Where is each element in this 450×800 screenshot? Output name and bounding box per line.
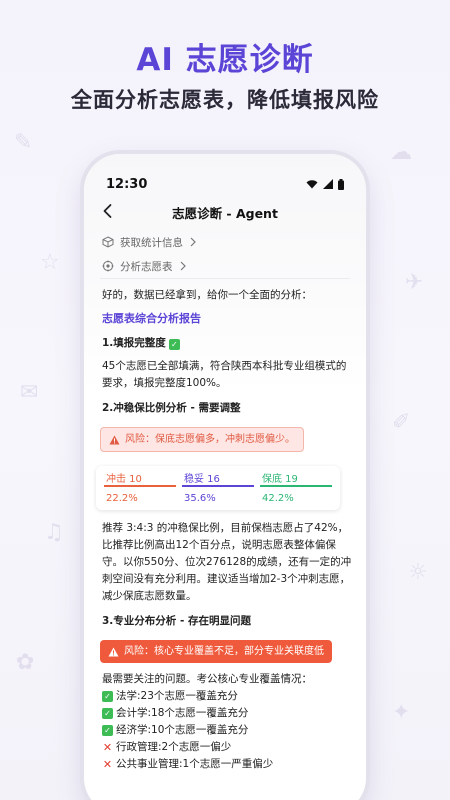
hero-subtitle: 全面分析志愿表，降低填报风险 — [71, 88, 379, 112]
risk-badge: 风险：保底志愿偏多，冲刺志愿偏少。 — [100, 427, 304, 452]
doodle-icon: ✈ — [405, 270, 424, 295]
step-label: 分析志愿表 — [120, 260, 173, 273]
check-icon: ✓ — [168, 339, 180, 350]
section-title-text: 1.填报完整度 — [102, 337, 166, 349]
section-title: 2.冲稳保比例分析 - 需要调整 — [102, 402, 241, 414]
section-title: 1.填报完整度 ✓ — [102, 335, 352, 352]
phone-frame: 12:30 志愿诊断 - Agent 获取统计信息 分析志愿表 好的，数据已经拿… — [84, 154, 366, 800]
back-button[interactable] — [98, 201, 118, 221]
warning-icon — [108, 647, 119, 656]
chevron-right-icon — [190, 237, 196, 247]
divider — [100, 278, 350, 279]
report-title: 志愿表综合分析报告 — [102, 312, 201, 325]
analysis-content: 好的，数据已经拿到，给你一个全面的分析： 志愿表综合分析报告 1.填报完整度 ✓ … — [96, 287, 352, 773]
doodle-icon: ☼ — [408, 560, 428, 585]
risk-text: 风险：核心专业覆盖不足，部分专业关联度低 — [124, 646, 324, 657]
check-icon: ✓ — [102, 708, 113, 719]
section-title: 3.专业分布分析 - 存在明显问题 — [102, 615, 251, 627]
ratio-percent: 22.2% — [106, 493, 138, 504]
status-time: 12:30 — [106, 176, 148, 192]
doodle-icon: ☁ — [390, 140, 412, 165]
intro-text: 好的，数据已经拿到，给你一个全面的分析： — [102, 289, 312, 301]
doodle-icon: ✉ — [20, 380, 39, 405]
ratio-percent: 42.2% — [262, 493, 294, 504]
doodle-icon: ♫ — [44, 520, 64, 545]
ratio-match: 稳妥 16 35.6% — [179, 471, 257, 510]
ratio-reach: 冲击 10 22.2% — [101, 471, 179, 510]
hero-title: AI 志愿诊断 — [136, 42, 314, 78]
list-item-text: 行政管理:2个志愿一偏少 — [116, 741, 232, 753]
step-get-statistics[interactable]: 获取统计信息 — [102, 230, 197, 254]
list-item-text: 会计学:18个志愿一覆盖充分 — [116, 707, 249, 719]
list-item: ✕ 公共事业管理:1个志愿一严重偏少 — [102, 756, 352, 773]
ratio-card: 冲击 10 22.2% 稳妥 16 35.6% 保底 19 42.2% — [96, 466, 340, 510]
status-icons — [306, 178, 344, 190]
cube-icon — [102, 236, 114, 248]
section-body: 推荐 3:4:3 的冲稳保比例，目前保档志愿占了42%，比推荐比例高出12个百分… — [102, 522, 352, 602]
section-body: 45个志愿已全部填满，符合陕西本科批专业组模式的要求，填报完整度100%。 — [102, 360, 347, 389]
nav-bar: 志愿诊断 - Agent — [84, 198, 366, 226]
doodle-icon: ✦ — [392, 700, 411, 725]
ratio-label: 稳妥 16 — [182, 471, 254, 487]
step-analyze-table[interactable]: 分析志愿表 — [102, 254, 197, 278]
section-intro: 最需要关注的问题。考公核心专业覆盖情况： — [102, 673, 312, 685]
ratio-label: 保底 19 — [260, 471, 332, 487]
doodle-icon: ✐ — [392, 410, 411, 435]
ratio-percent: 35.6% — [184, 493, 216, 504]
agent-steps: 获取统计信息 分析志愿表 — [102, 230, 197, 278]
battery-icon — [338, 178, 344, 190]
nav-title: 志愿诊断 - Agent — [172, 205, 278, 221]
doodle-icon: ✎ — [14, 130, 33, 155]
list-item-text: 经济学:10个志愿一覆盖充分 — [116, 724, 249, 736]
check-icon: ✓ — [102, 725, 113, 736]
list-item: ✓ 法学:23个志愿一覆盖充分 — [102, 688, 352, 705]
signal-icon — [323, 179, 333, 189]
list-item: ✓ 会计学:18个志愿一覆盖充分 — [102, 705, 352, 722]
risk-badge: 风险：核心专业覆盖不足，部分专业关联度低 — [100, 640, 332, 663]
risk-text: 风险：保底志愿偏多，冲刺志愿偏少。 — [125, 434, 295, 445]
cross-icon: ✕ — [102, 741, 113, 754]
status-bar: 12:30 — [106, 176, 344, 192]
list-item-text: 法学:23个志愿一覆盖充分 — [116, 690, 238, 702]
ratio-safety: 保底 19 42.2% — [257, 471, 335, 510]
chevron-left-icon — [103, 204, 112, 218]
list-item: ✓ 经济学:10个志愿一覆盖充分 — [102, 722, 352, 739]
doodle-icon: ✿ — [16, 650, 35, 675]
doodle-icon: ☆ — [40, 250, 60, 275]
list-item-text: 公共事业管理:1个志愿一严重偏少 — [116, 758, 274, 770]
check-icon: ✓ — [102, 691, 113, 702]
step-label: 获取统计信息 — [120, 236, 183, 249]
chevron-right-icon — [180, 261, 186, 271]
list-item: ✕ 行政管理:2个志愿一偏少 — [102, 739, 352, 756]
ratio-label: 冲击 10 — [104, 471, 176, 487]
wifi-icon — [306, 180, 318, 189]
warning-icon — [109, 435, 120, 444]
analysis-icon — [102, 260, 114, 272]
cross-icon: ✕ — [102, 758, 113, 771]
